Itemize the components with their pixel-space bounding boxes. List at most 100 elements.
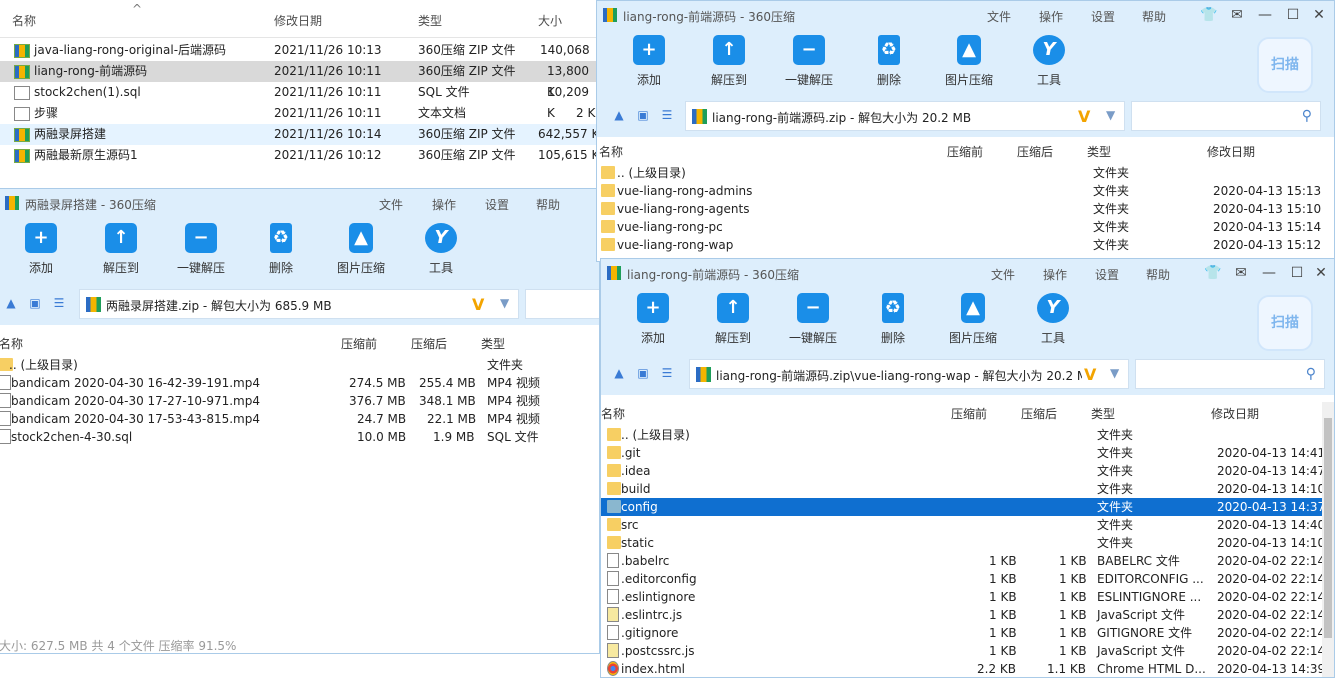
list-item[interactable]: vue-liang-rong-agents 文件夹 2020-04-13 15:… <box>597 200 1334 218</box>
delete-button[interactable]: ♻ 删除 <box>246 223 316 276</box>
extract-to-button[interactable]: ↑ 解压到 <box>694 35 764 88</box>
up-arrow-icon[interactable]: ▲ <box>611 107 627 123</box>
col-size[interactable]: 大小 <box>538 12 562 29</box>
list-item[interactable]: .gitignore 1 KB 1 KB GITIGNORE 文件 2020-0… <box>601 624 1334 642</box>
maximize-icon[interactable]: ☐ <box>1288 264 1306 282</box>
list-item[interactable]: .babelrc 1 KB 1 KB BABELRC 文件 2020-04-02… <box>601 552 1334 570</box>
menu-ops[interactable]: 操作 <box>432 196 456 213</box>
extract-to-button[interactable]: ↑ 解压到 <box>86 223 156 276</box>
list-item[interactable]: .editorconfig 1 KB 1 KB EDITORCONFIG ...… <box>601 570 1334 588</box>
explorer-row[interactable]: liang-rong-前端源码 2021/11/26 10:11 360压缩 Z… <box>0 61 600 99</box>
list-item[interactable]: index.html 2.2 KB 1.1 KB Chrome HTML D..… <box>601 660 1334 677</box>
add-button[interactable]: + 添加 <box>6 223 76 276</box>
close-icon[interactable]: ✕ <box>1310 6 1328 24</box>
minimize-icon[interactable]: — <box>1256 6 1274 24</box>
close-icon[interactable]: ✕ <box>1312 264 1330 282</box>
list-item[interactable]: .. (上级目录) 文件夹 <box>0 356 599 374</box>
title-bar[interactable]: liang-rong-前端源码 - 360压缩 文件 操作 设置 帮助 👕 ✉ … <box>601 259 1334 287</box>
list-item[interactable]: .eslintrc.js 1 KB 1 KB JavaScript 文件 202… <box>601 606 1334 624</box>
add-button[interactable]: + 添加 <box>618 293 688 346</box>
list-item[interactable]: .eslintignore 1 KB 1 KB ESLINTIGNORE ...… <box>601 588 1334 606</box>
image-compress-button[interactable]: ▲ 图片压缩 <box>938 293 1008 346</box>
col-name[interactable]: 名称 <box>12 12 36 29</box>
list-item[interactable]: .idea 文件夹 2020-04-13 14:47 <box>601 462 1334 480</box>
scrollbar-thumb[interactable] <box>1324 418 1332 638</box>
explorer-row[interactable]: 步骤 2021/11/26 10:11 文本文档 2 K <box>0 103 600 124</box>
list-item[interactable]: .git 文件夹 2020-04-13 14:41 <box>601 444 1334 462</box>
menu-file[interactable]: 文件 <box>987 8 1011 25</box>
list-view-icon[interactable]: ☰ <box>659 107 675 123</box>
vertical-scrollbar[interactable] <box>1322 402 1334 677</box>
dropdown-arrow-icon[interactable]: ▼ <box>1106 108 1115 122</box>
list-item[interactable]: .. (上级目录) 文件夹 <box>601 426 1334 444</box>
col-type[interactable]: 类型 <box>481 335 505 352</box>
list-item[interactable]: .postcssrc.js 1 KB 1 KB JavaScript 文件 20… <box>601 642 1334 660</box>
scan-button[interactable]: 扫描 <box>1257 37 1313 93</box>
scan-button[interactable]: 扫描 <box>1257 295 1313 351</box>
path-input[interactable]: liang-rong-前端源码.zip - 解包大小为 20.2 MB V ▼ <box>685 101 1125 131</box>
list-item[interactable]: static 文件夹 2020-04-13 14:10 <box>601 534 1334 552</box>
menu-settings[interactable]: 设置 <box>485 196 509 213</box>
search-icon[interactable]: ⚲ <box>1302 108 1312 124</box>
col-name[interactable]: 名称 <box>599 143 623 160</box>
col-name[interactable]: 名称 <box>601 405 625 422</box>
vip-icon[interactable]: V <box>1084 365 1096 384</box>
search-input[interactable]: ⚲ <box>1135 359 1325 389</box>
title-bar[interactable]: 两融录屏搭建 - 360压缩 文件 操作 设置 帮助 <box>0 189 599 217</box>
list-item[interactable]: src 文件夹 2020-04-13 14:40 <box>601 516 1334 534</box>
one-click-extract-button[interactable]: − 一键解压 <box>774 35 844 88</box>
tools-button[interactable]: Y 工具 <box>1018 293 1088 346</box>
menu-ops[interactable]: 操作 <box>1039 8 1063 25</box>
up-arrow-icon[interactable]: ▲ <box>611 365 627 381</box>
col-type[interactable]: 类型 <box>418 12 442 29</box>
up-arrow-icon[interactable]: ▲ <box>3 295 19 311</box>
skin-icon[interactable]: 👕 <box>1200 6 1218 24</box>
col-comp[interactable]: 压缩前 <box>341 335 377 352</box>
list-item[interactable]: vue-liang-rong-pc 文件夹 2020-04-13 15:14 <box>597 218 1334 236</box>
list-item[interactable]: vue-liang-rong-wap 文件夹 2020-04-13 15:12 <box>597 236 1334 254</box>
image-compress-button[interactable]: ▲ 图片压缩 <box>326 223 396 276</box>
list-item[interactable]: bandicam 2020-04-30 16-42-39-191.mp4 274… <box>0 374 599 392</box>
search-input[interactable] <box>525 289 599 319</box>
menu-settings[interactable]: 设置 <box>1091 8 1115 25</box>
delete-button[interactable]: ♻ 删除 <box>854 35 924 88</box>
col-type[interactable]: 类型 <box>1087 143 1111 160</box>
add-button[interactable]: + 添加 <box>614 35 684 88</box>
list-item[interactable]: build 文件夹 2020-04-13 14:10 <box>601 480 1334 498</box>
delete-button[interactable]: ♻ 删除 <box>858 293 928 346</box>
col-comp[interactable]: 压缩前 <box>947 143 983 160</box>
menu-help[interactable]: 帮助 <box>1146 266 1170 283</box>
list-item-selected[interactable]: config 文件夹 2020-04-13 14:37 <box>601 498 1334 516</box>
path-input[interactable]: liang-rong-前端源码.zip\vue-liang-rong-wap -… <box>689 359 1129 389</box>
title-bar[interactable]: liang-rong-前端源码 - 360压缩 文件 操作 设置 帮助 👕 ✉ … <box>597 1 1334 29</box>
list-item[interactable]: stock2chen-4-30.sql 10.0 MB 1.9 MB SQL 文… <box>0 428 599 446</box>
tools-button[interactable]: Y 工具 <box>1014 35 1084 88</box>
minimize-icon[interactable]: — <box>1260 264 1278 282</box>
path-input[interactable]: 两融录屏搭建.zip - 解包大小为 685.9 MB V ▼ <box>79 289 519 319</box>
list-view-icon[interactable]: ☰ <box>51 295 67 311</box>
menu-file[interactable]: 文件 <box>991 266 1015 283</box>
list-view-icon[interactable]: ☰ <box>659 365 675 381</box>
col-after[interactable]: 压缩后 <box>1017 143 1053 160</box>
one-click-extract-button[interactable]: − 一键解压 <box>778 293 848 346</box>
feedback-icon[interactable]: ✉ <box>1232 264 1250 282</box>
dropdown-arrow-icon[interactable]: ▼ <box>1110 366 1119 380</box>
col-type[interactable]: 类型 <box>1091 405 1115 422</box>
vip-icon[interactable]: V <box>472 295 484 314</box>
thumbnail-view-icon[interactable]: ▣ <box>635 107 651 123</box>
dropdown-arrow-icon[interactable]: ▼ <box>500 296 509 310</box>
menu-settings[interactable]: 设置 <box>1095 266 1119 283</box>
list-item[interactable]: bandicam 2020-04-30 17-53-43-815.mp4 24.… <box>0 410 599 428</box>
explorer-row[interactable]: 两融录屏搭建 2021/11/26 10:14 360压缩 ZIP 文件 642… <box>0 124 600 145</box>
explorer-row[interactable]: stock2chen(1).sql 2021/11/26 10:11 SQL 文… <box>0 82 600 120</box>
col-date[interactable]: 修改日期 <box>274 12 322 29</box>
col-after[interactable]: 压缩后 <box>1021 405 1057 422</box>
tools-button[interactable]: Y 工具 <box>406 223 476 276</box>
col-date[interactable]: 修改日期 <box>1207 143 1255 160</box>
list-item[interactable]: .. (上级目录) 文件夹 <box>597 164 1334 182</box>
one-click-extract-button[interactable]: − 一键解压 <box>166 223 236 276</box>
col-date[interactable]: 修改日期 <box>1211 405 1259 422</box>
vip-icon[interactable]: V <box>1078 107 1090 126</box>
menu-ops[interactable]: 操作 <box>1043 266 1067 283</box>
col-comp[interactable]: 压缩前 <box>951 405 987 422</box>
